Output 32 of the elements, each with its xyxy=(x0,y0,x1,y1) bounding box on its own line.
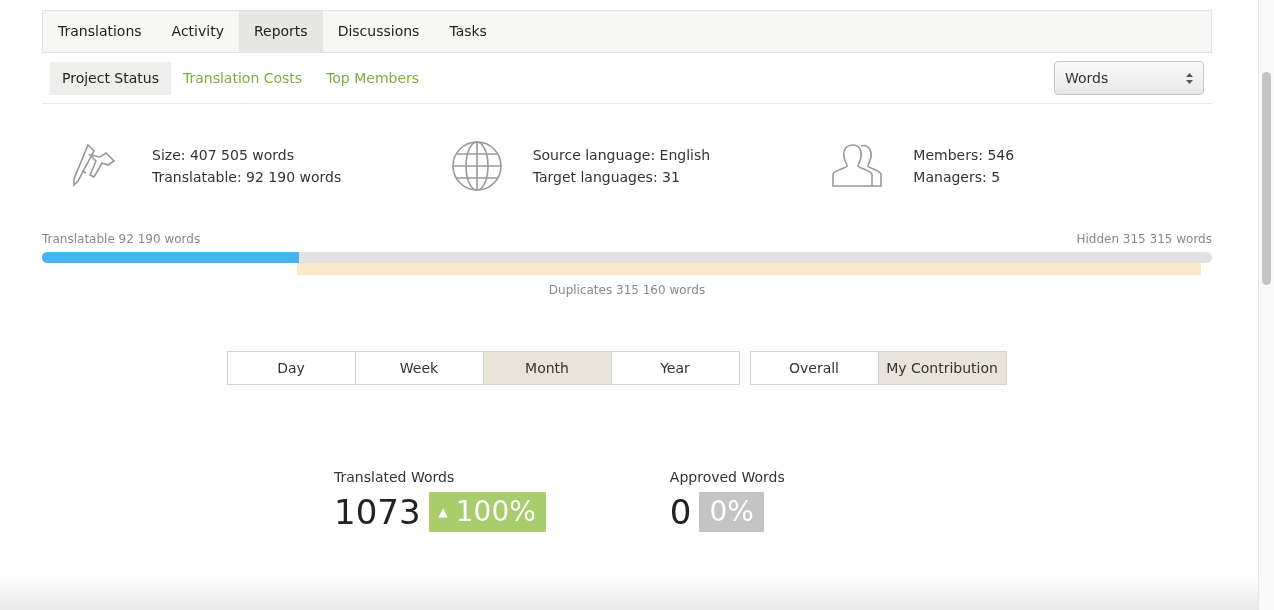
summary-text: Size: 407 505 words xyxy=(152,146,295,165)
nav-tab[interactable]: Tasks xyxy=(434,11,502,52)
filter-button[interactable]: Day xyxy=(226,351,356,385)
updown-icon xyxy=(1186,72,1193,84)
change-badge: 0% xyxy=(699,492,764,532)
unit-select[interactable]: Words xyxy=(1054,61,1204,95)
nav-tab[interactable]: Translations xyxy=(43,11,157,52)
summary-text: Target languages: 31 xyxy=(532,168,681,187)
people-icon xyxy=(831,143,884,189)
nav-tab[interactable]: Activity xyxy=(156,11,239,52)
nav-tab[interactable]: Reports xyxy=(238,11,323,52)
scrollbar-thumb[interactable] xyxy=(1262,72,1271,285)
filter-button[interactable]: Month xyxy=(482,351,612,385)
nav-tab[interactable]: Discussions xyxy=(322,11,435,52)
summary-text: Members: 546 xyxy=(913,146,1015,165)
metric-title: Translated Words xyxy=(334,468,456,487)
translatable-label: Translatable 92 190 words xyxy=(42,231,201,248)
summary-text: Source language: English xyxy=(532,146,711,165)
report-tab[interactable]: Project Status xyxy=(50,61,171,95)
filter-button[interactable]: Week xyxy=(354,351,484,385)
summary-text: Managers: 5 xyxy=(913,168,1002,187)
metric-value: 1073 xyxy=(334,492,421,532)
change-badge: ▲ 100% xyxy=(428,492,546,532)
summary-text: Translatable: 92 190 words xyxy=(152,168,342,187)
metric-value: 0 xyxy=(669,492,692,532)
metric-title: Approved Words xyxy=(669,468,785,487)
filter-button[interactable]: Year xyxy=(610,351,740,385)
hidden-label: Hidden 315 315 words xyxy=(1076,231,1212,248)
globe-icon xyxy=(450,140,503,192)
filter-button[interactable]: My Contribution xyxy=(877,351,1007,385)
duplicates-label: Duplicates 315 160 words xyxy=(547,282,707,299)
filter-button[interactable]: Overall xyxy=(749,351,879,385)
